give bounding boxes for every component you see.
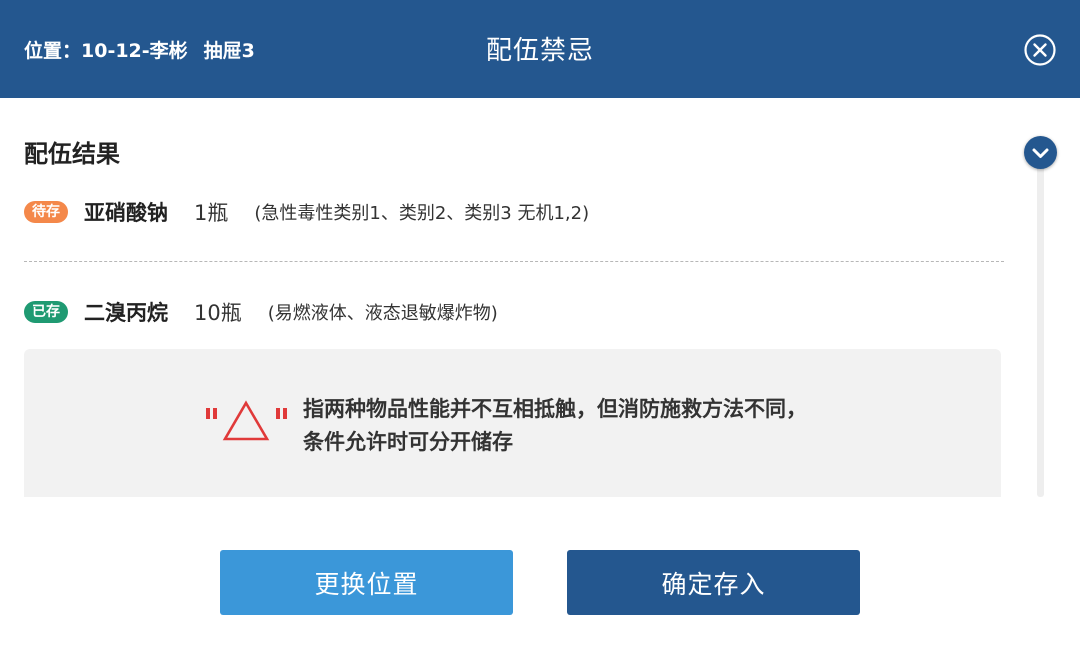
- chemical-category: (易燃液体、液态退敏爆炸物): [267, 303, 498, 324]
- dialog-header: 位置：10-12-李彬 抽屉3 配伍禁忌: [0, 0, 1080, 98]
- chemical-row-stored: 已存 二溴丙烷 10瓶 (易燃液体、液态退敏爆炸物): [24, 297, 498, 327]
- confirm-store-button[interactable]: 确定存入: [567, 550, 860, 615]
- chemical-quantity: 10瓶: [194, 301, 242, 325]
- note-line-2: 条件允许时可分开储存: [303, 430, 513, 454]
- compatibility-note: 指两种物品性能并不互相抵触，但消防施救方法不同， 条件允许时可分开储存: [24, 349, 1001, 497]
- chemical-name: 二溴丙烷: [84, 301, 168, 325]
- scroll-down-button[interactable]: [1024, 136, 1057, 169]
- close-circle-icon: [1024, 34, 1056, 66]
- note-line-1: 指两种物品性能并不互相抵触，但消防施救方法不同，: [303, 397, 807, 421]
- status-badge-pending: 待存: [24, 201, 68, 223]
- note-text: 指两种物品性能并不互相抵触，但消防施救方法不同， 条件允许时可分开储存: [303, 393, 923, 459]
- scrollbar[interactable]: [1037, 160, 1044, 497]
- status-badge-stored: 已存: [24, 301, 68, 323]
- change-location-button[interactable]: 更换位置: [220, 550, 513, 615]
- chevron-down-icon: [1032, 148, 1049, 158]
- section-title: 配伍结果: [24, 140, 120, 168]
- dashed-divider: [24, 261, 1004, 262]
- chemical-quantity: 1瓶: [194, 201, 229, 225]
- triangle-warning-icon: [206, 400, 287, 441]
- close-button[interactable]: [1023, 33, 1057, 67]
- chemical-category: (急性毒性类别1、类别2、类别3 无机1,2): [254, 203, 590, 224]
- chemical-row-pending: 待存 亚硝酸钠 1瓶 (急性毒性类别1、类别2、类别3 无机1,2): [24, 197, 589, 227]
- dialog-title: 配伍禁忌: [485, 36, 594, 66]
- chemical-name: 亚硝酸钠: [84, 201, 168, 225]
